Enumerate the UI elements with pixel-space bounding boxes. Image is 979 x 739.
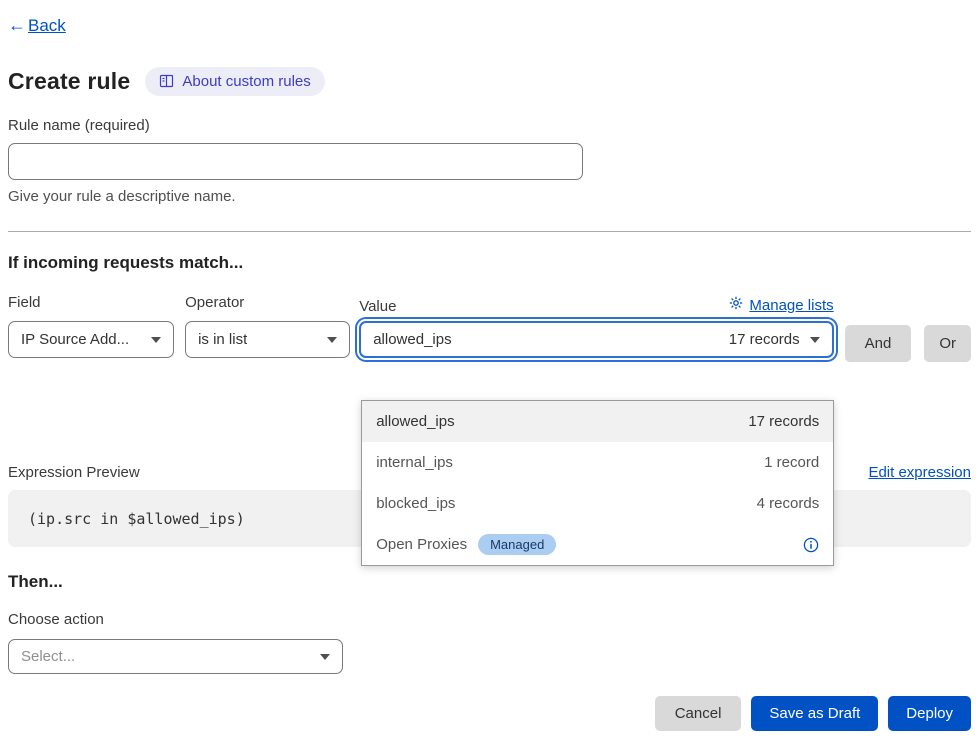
deploy-button[interactable]: Deploy	[888, 696, 971, 731]
action-select[interactable]: Select...	[8, 639, 343, 674]
section-divider	[8, 231, 971, 232]
field-column: Field IP Source Add...	[8, 294, 174, 358]
chevron-down-icon	[151, 337, 161, 343]
manage-lists-label: Manage lists	[749, 297, 833, 314]
book-icon	[159, 74, 174, 88]
condition-row: Field IP Source Add... Operator is in li…	[8, 294, 971, 362]
operator-column: Operator is in list	[185, 294, 350, 358]
gear-icon	[729, 296, 743, 314]
rule-name-label: Rule name (required)	[8, 117, 971, 134]
info-icon[interactable]	[803, 537, 819, 553]
about-custom-rules-link[interactable]: About custom rules	[145, 67, 324, 96]
list-item-name: internal_ips	[376, 454, 453, 471]
back-arrow-icon: ←	[8, 15, 26, 36]
list-item-name: blocked_ips	[376, 495, 455, 512]
then-heading: Then...	[8, 572, 971, 592]
action-select-placeholder: Select...	[21, 648, 75, 665]
field-select-value: IP Source Add...	[21, 331, 129, 348]
expression-code: (ip.src in $allowed_ips)	[28, 510, 245, 528]
rule-name-helper: Give your rule a descriptive name.	[8, 188, 971, 205]
footer-actions: Cancel Save as Draft Deploy	[8, 696, 971, 731]
back-link[interactable]: ← Back	[8, 15, 66, 36]
save-as-draft-button[interactable]: Save as Draft	[751, 696, 878, 731]
list-dropdown: allowed_ips 17 records internal_ips 1 re…	[361, 400, 834, 566]
create-rule-page: ← Back Create rule About custom rules Ru…	[0, 0, 979, 739]
value-select-right: 17 records	[729, 331, 820, 348]
and-button[interactable]: And	[845, 325, 912, 362]
value-column: Value	[359, 294, 833, 358]
manage-lists-link[interactable]: Manage lists	[729, 296, 833, 314]
cancel-button[interactable]: Cancel	[655, 696, 742, 731]
about-badge-label: About custom rules	[182, 73, 310, 90]
value-select[interactable]: allowed_ips 17 records	[359, 321, 833, 358]
value-select-value: allowed_ips	[373, 331, 451, 348]
list-item-records: 1 record	[764, 454, 819, 471]
list-item-records: 4 records	[757, 495, 820, 512]
match-section-heading: If incoming requests match...	[8, 253, 971, 273]
field-select[interactable]: IP Source Add...	[8, 321, 174, 358]
list-item-name: Open Proxies	[376, 536, 467, 553]
operator-select[interactable]: is in list	[185, 321, 350, 358]
chevron-down-icon	[320, 654, 330, 660]
choose-action-label: Choose action	[8, 611, 971, 628]
expression-preview-label: Expression Preview	[8, 464, 140, 481]
or-button[interactable]: Or	[924, 325, 971, 362]
andor-buttons: And Or	[845, 325, 971, 362]
value-select-records: 17 records	[729, 331, 800, 348]
managed-badge: Managed	[478, 534, 556, 555]
field-label: Field	[8, 294, 174, 310]
operator-select-value: is in list	[198, 331, 247, 348]
list-item-allowed-ips[interactable]: allowed_ips 17 records	[362, 401, 833, 442]
list-item-left: Open Proxies Managed	[376, 534, 556, 555]
list-item-records: 17 records	[748, 413, 819, 430]
value-header: Value	[359, 294, 833, 314]
operator-label: Operator	[185, 294, 350, 310]
rule-name-input[interactable]	[8, 143, 583, 180]
edit-expression-link[interactable]: Edit expression	[868, 464, 971, 481]
chevron-down-icon	[810, 337, 820, 343]
list-item-open-proxies[interactable]: Open Proxies Managed	[362, 524, 833, 565]
list-item-name: allowed_ips	[376, 413, 454, 430]
title-row: Create rule About custom rules	[8, 65, 971, 97]
chevron-down-icon	[327, 337, 337, 343]
list-item-internal-ips[interactable]: internal_ips 1 record	[362, 442, 833, 483]
page-title: Create rule	[8, 68, 130, 95]
back-link-label: Back	[28, 16, 66, 36]
list-item-blocked-ips[interactable]: blocked_ips 4 records	[362, 483, 833, 524]
value-label: Value	[359, 298, 396, 314]
back-row: ← Back	[8, 15, 971, 37]
